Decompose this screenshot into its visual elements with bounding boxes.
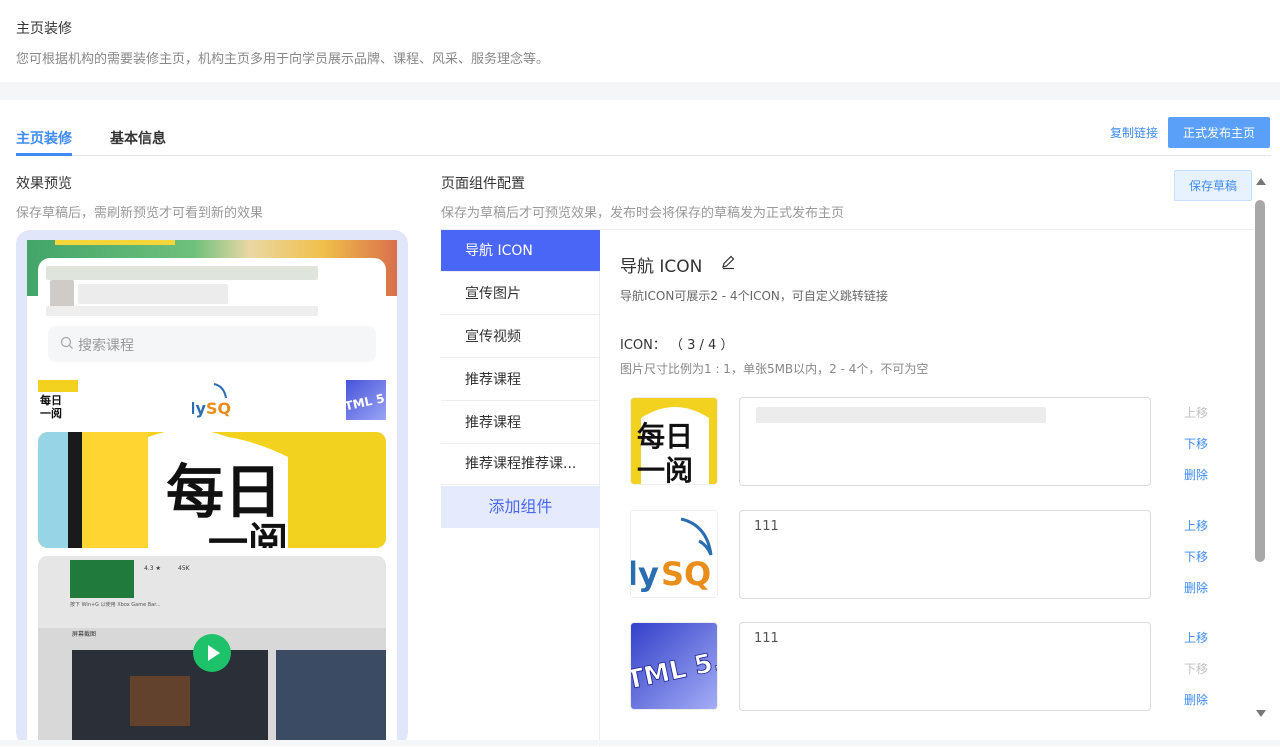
page-description: 您可根据机构的需要装修主页，机构主页多用于向学员展示品牌、课程、风采、服务理念等… bbox=[16, 52, 550, 67]
nav-icon-mysql[interactable]: ly SQ bbox=[192, 380, 232, 420]
play-icon bbox=[208, 645, 220, 661]
svg-text:一阅: 一阅 bbox=[637, 454, 693, 485]
menu-item-recommended-course-1[interactable]: 推荐课程 bbox=[441, 359, 600, 401]
phone-screen: 搜索课程 每日 一阅 ly SQ TML 5.0 每日 一阅 4.3 ★ 45K… bbox=[27, 240, 397, 746]
svg-text:每日: 每日 bbox=[40, 393, 62, 407]
icon-link-input[interactable] bbox=[739, 622, 1151, 711]
icon-item-row: 每日 一阅 上移 下移 删除 bbox=[630, 397, 1240, 487]
delete-button[interactable]: 删除 bbox=[1184, 580, 1208, 611]
move-down-button[interactable]: 下移 bbox=[1184, 436, 1208, 467]
tab-basic-info[interactable]: 基本信息 bbox=[110, 128, 166, 148]
move-down-button[interactable]: 下移 bbox=[1184, 661, 1208, 692]
component-config-area: 导航 ICON 宣传图片 宣传视频 推荐课程 推荐课程 推荐课程推荐课... 添… bbox=[441, 229, 1253, 747]
copy-link-button[interactable]: 复制链接 bbox=[1110, 124, 1158, 141]
blurred-link-text bbox=[756, 407, 1046, 423]
icon-count-label: ICON： （ 3 / 4 ） bbox=[620, 338, 734, 353]
svg-text:ly: ly bbox=[192, 399, 206, 418]
svg-text:屏幕截图: 屏幕截图 bbox=[72, 630, 96, 638]
move-up-button[interactable]: 上移 bbox=[1184, 630, 1208, 661]
menu-item-recommended-course-3[interactable]: 推荐课程推荐课... bbox=[441, 443, 600, 485]
publish-button[interactable]: 正式发布主页 bbox=[1168, 117, 1270, 148]
delete-button[interactable]: 删除 bbox=[1184, 467, 1208, 498]
tab-active-indicator bbox=[16, 153, 72, 156]
icon-thumbnail-html5[interactable]: TML 5.0 bbox=[630, 622, 718, 710]
svg-text:SQ: SQ bbox=[661, 555, 711, 593]
scroll-up-arrow-icon[interactable] bbox=[1256, 178, 1266, 185]
svg-text:按下 Win+G 以使用 Xbox Game Bar...: 按下 Win+G 以使用 Xbox Game Bar... bbox=[70, 601, 161, 608]
blurred-org-info bbox=[78, 284, 228, 304]
phone-preview: 搜索课程 每日 一阅 ly SQ TML 5.0 每日 一阅 4.3 ★ 45K… bbox=[16, 230, 408, 746]
component-menu: 导航 ICON 宣传图片 宣传视频 推荐课程 推荐课程 推荐课程推荐课... 添… bbox=[441, 230, 600, 747]
icon-item-row: ly SQ 上移 下移 删除 bbox=[630, 510, 1240, 600]
menu-item-promo-video[interactable]: 宣传视频 bbox=[441, 316, 600, 358]
carousel-dots bbox=[196, 534, 231, 548]
panel-title: 导航 ICON bbox=[620, 257, 703, 277]
search-icon bbox=[60, 336, 73, 349]
move-down-button[interactable]: 下移 bbox=[1184, 549, 1208, 580]
tab-divider bbox=[16, 155, 1271, 156]
nav-icon-daily-read[interactable]: 每日 一阅 bbox=[38, 380, 78, 420]
svg-text:SQ: SQ bbox=[206, 399, 231, 418]
menu-item-promo-image[interactable]: 宣传图片 bbox=[441, 273, 600, 315]
play-button[interactable] bbox=[193, 634, 231, 672]
course-search-bar[interactable]: 搜索课程 bbox=[48, 326, 376, 362]
tab-homepage-decoration[interactable]: 主页装修 bbox=[16, 128, 72, 148]
promo-image-banner[interactable]: 每日 一阅 bbox=[38, 432, 386, 548]
svg-text:45K: 45K bbox=[178, 565, 191, 572]
add-component-button[interactable]: 添加组件 bbox=[441, 486, 600, 528]
menu-item-nav-icon[interactable]: 导航 ICON bbox=[441, 230, 600, 272]
nav-icon-row: 每日 一阅 ly SQ TML 5.0 bbox=[27, 380, 397, 424]
icon-item-actions: 上移 下移 删除 bbox=[1184, 630, 1208, 723]
page-title: 主页装修 bbox=[16, 21, 72, 37]
move-up-button[interactable]: 上移 bbox=[1184, 405, 1208, 436]
preview-description: 保存草稿后，需刷新预览才可看到新的效果 bbox=[16, 206, 264, 221]
icon-thumbnail-mysql[interactable]: ly SQ bbox=[630, 510, 718, 598]
blurred-org-name bbox=[46, 266, 318, 280]
delete-button[interactable]: 删除 bbox=[1184, 692, 1208, 723]
move-up-button[interactable]: 上移 bbox=[1184, 518, 1208, 549]
blurred-org-subtitle bbox=[46, 306, 318, 316]
nav-icon-panel: 导航 ICON 导航ICON可展示2 - 4个ICON，可自定义跳转链接 ICO… bbox=[620, 230, 1250, 747]
icon-item-actions: 上移 下移 删除 bbox=[1184, 405, 1208, 498]
icon-size-hint: 图片尺寸比例为1 : 1，单张5MB以内，2 - 4个，不可为空 bbox=[620, 362, 929, 376]
icon-item-actions: 上移 下移 删除 bbox=[1184, 518, 1208, 611]
preview-title: 效果预览 bbox=[16, 176, 72, 192]
edit-icon[interactable] bbox=[720, 254, 736, 270]
icon-thumbnail-daily-read[interactable]: 每日 一阅 bbox=[630, 397, 718, 485]
panel-description: 导航ICON可展示2 - 4个ICON，可自定义跳转链接 bbox=[620, 289, 888, 303]
menu-item-recommended-course-2[interactable]: 推荐课程 bbox=[441, 402, 600, 444]
bottom-divider bbox=[0, 740, 1280, 746]
nav-icon-html5[interactable]: TML 5.0 bbox=[346, 380, 386, 420]
config-title: 页面组件配置 bbox=[441, 176, 525, 192]
svg-text:每日: 每日 bbox=[166, 458, 282, 526]
config-description: 保存为草稿后才可预览效果，发布时会将保存的草稿发为正式发布主页 bbox=[441, 206, 845, 221]
org-info-card: 搜索课程 bbox=[38, 258, 386, 370]
svg-text:ly: ly bbox=[631, 555, 659, 593]
svg-text:TML 5.0: TML 5.0 bbox=[346, 389, 386, 414]
header-divider bbox=[0, 82, 1280, 100]
vertical-scrollbar[interactable] bbox=[1253, 178, 1267, 720]
svg-text:4.3 ★: 4.3 ★ bbox=[144, 565, 161, 572]
promo-video[interactable]: 4.3 ★ 45K 按下 Win+G 以使用 Xbox Game Bar... … bbox=[38, 556, 386, 746]
icon-link-input[interactable] bbox=[739, 510, 1151, 599]
search-placeholder: 搜索课程 bbox=[78, 338, 134, 354]
svg-text:每日: 每日 bbox=[637, 420, 693, 453]
save-draft-button[interactable]: 保存草稿 bbox=[1174, 170, 1252, 201]
page-header: 主页装修 您可根据机构的需要装修主页，机构主页多用于向学员展示品牌、课程、风采、… bbox=[0, 0, 1280, 82]
svg-text:一阅: 一阅 bbox=[40, 406, 62, 420]
scrollbar-thumb[interactable] bbox=[1255, 200, 1265, 562]
scroll-down-arrow-icon[interactable] bbox=[1256, 710, 1266, 717]
icon-item-row: TML 5.0 上移 下移 删除 bbox=[630, 622, 1240, 712]
